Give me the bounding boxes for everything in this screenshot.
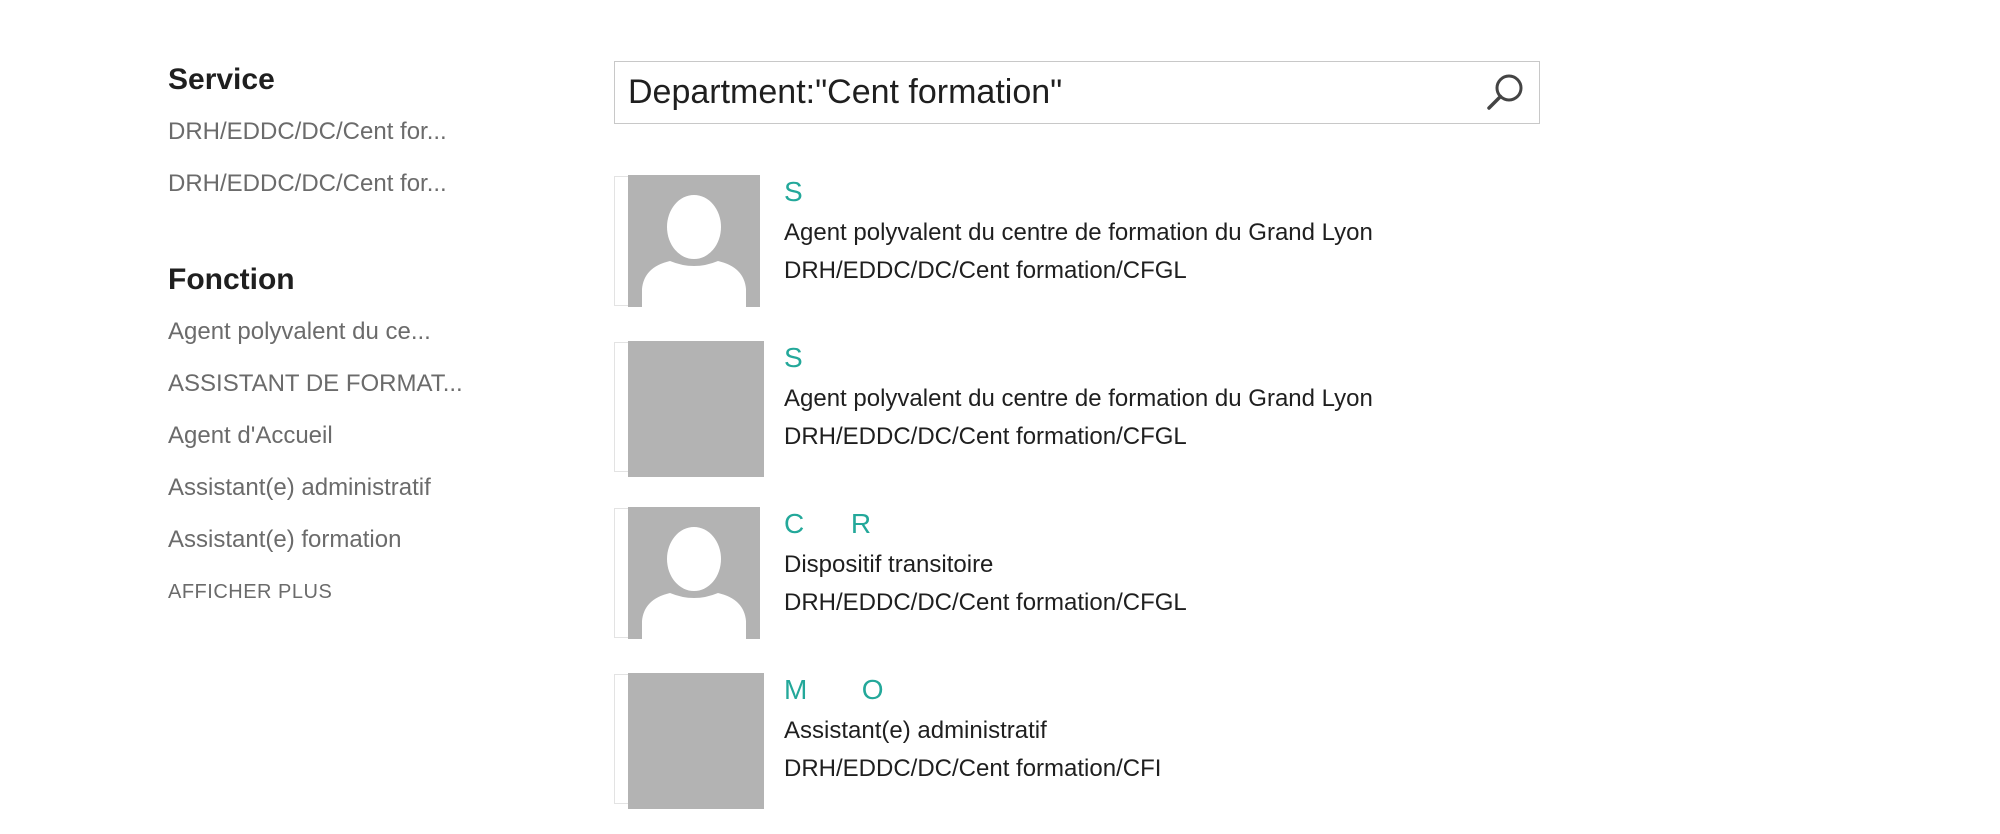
fonction-filter-item[interactable]: Agent d'Accueil [168,410,488,462]
person-job-title: Agent polyvalent du centre de formation … [784,385,1373,412]
photo-frame [614,342,628,472]
refinement-panel: Service DRH/EDDC/DC/Cent for... DRH/EDDC… [168,60,488,618]
search-input[interactable] [615,62,1475,123]
result-info: S Agent polyvalent du centre de formatio… [784,336,1373,456]
person-name-link[interactable]: C R [784,502,1187,546]
service-filter-item[interactable]: DRH/EDDC/DC/Cent for... [168,106,488,158]
photo-frame [614,674,628,804]
person-department: DRH/EDDC/DC/Cent formation/CFGL [784,257,1187,284]
person-job-title: Assistant(e) administratif [784,717,1047,744]
fonction-filter-item[interactable]: Agent polyvalent du ce... [168,306,488,358]
profile-photo[interactable] [628,341,764,477]
fonction-filter-item[interactable]: Assistant(e) administratif [168,462,488,514]
fonction-filter-item[interactable]: Assistant(e) formation [168,514,488,566]
person-department: DRH/EDDC/DC/Cent formation/CFI [784,755,1162,782]
person-department: DRH/EDDC/DC/Cent formation/CFGL [784,423,1187,450]
results-list: S Agent polyvalent du centre de formatio… [614,170,1614,834]
photo-frame [614,508,628,638]
profile-photo[interactable] [628,507,760,639]
person-result: M O Assistant(e) administratif DRH/EDDC/… [614,668,1614,834]
search-icon [1487,74,1523,110]
person-name-link[interactable]: M O [784,668,1161,712]
result-info: C R Dispositif transitoire DRH/EDDC/DC/C… [784,502,1187,622]
search-box [614,61,1540,124]
person-department: DRH/EDDC/DC/Cent formation/CFGL [784,589,1187,616]
person-result: S Agent polyvalent du centre de formatio… [614,336,1614,502]
person-silhouette-icon [628,507,760,639]
photo-frame [614,176,628,306]
show-more-link[interactable]: AFFICHER PLUS [168,566,488,618]
person-name-link[interactable]: S [784,336,1373,380]
person-result: C R Dispositif transitoire DRH/EDDC/DC/C… [614,502,1614,668]
result-info: M O Assistant(e) administratif DRH/EDDC/… [784,668,1161,788]
service-refiner: Service DRH/EDDC/DC/Cent for... DRH/EDDC… [168,60,488,210]
person-job-title: Dispositif transitoire [784,551,994,578]
fonction-filter-item[interactable]: ASSISTANT DE FORMAT... [168,358,488,410]
person-result: S Agent polyvalent du centre de formatio… [614,170,1614,336]
search-button[interactable] [1483,71,1527,115]
result-info: S Agent polyvalent du centre de formatio… [784,170,1373,290]
profile-photo[interactable] [628,673,764,809]
service-filter-item[interactable]: DRH/EDDC/DC/Cent for... [168,158,488,210]
profile-photo[interactable] [628,175,760,307]
fonction-refiner: Fonction Agent polyvalent du ce... ASSIS… [168,260,488,618]
person-name-link[interactable]: S [784,170,1373,214]
person-silhouette-icon [628,175,760,307]
person-job-title: Agent polyvalent du centre de formation … [784,219,1373,246]
service-heading: Service [168,63,275,96]
fonction-heading: Fonction [168,263,295,296]
